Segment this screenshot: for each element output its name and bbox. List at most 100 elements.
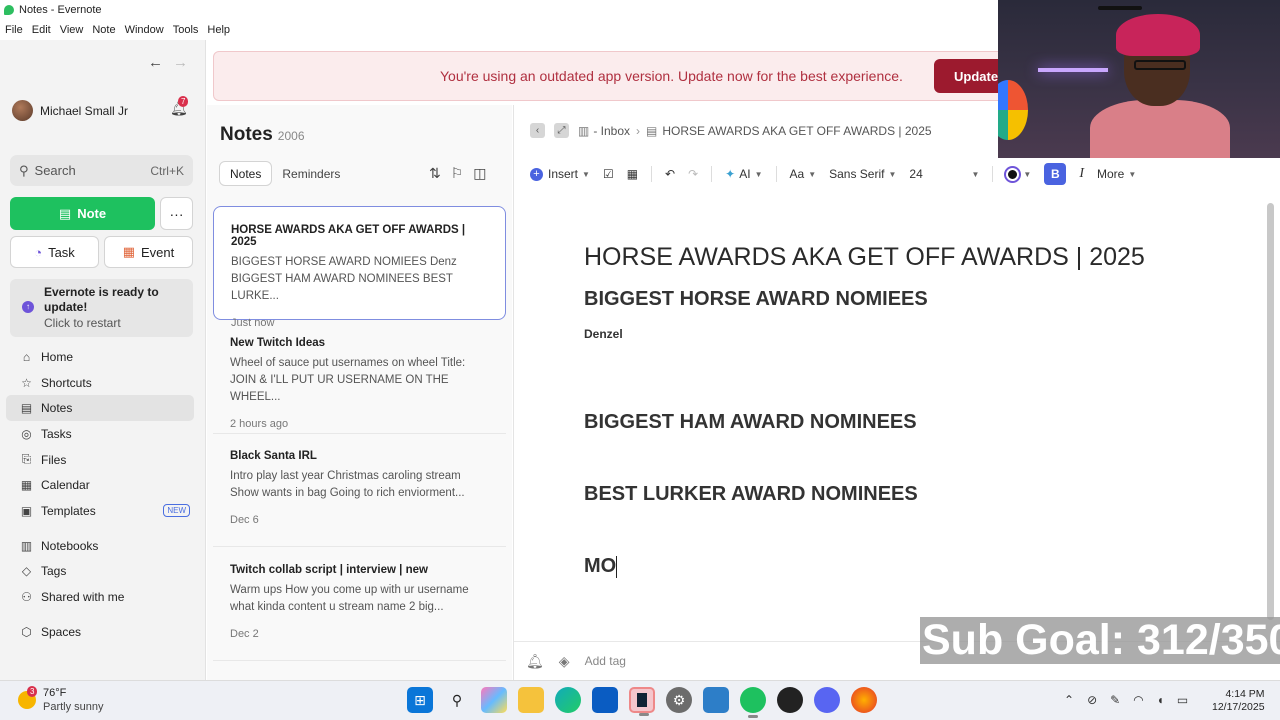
avatar	[12, 100, 33, 121]
note-title[interactable]: HORSE AWARDS AKA GET OFF AWARDS | 2025	[584, 243, 1145, 272]
weather-widget[interactable]: 3 76°F Partly sunny	[18, 686, 104, 714]
editor-scrollbar[interactable]	[1267, 203, 1274, 620]
menu-edit[interactable]: Edit	[32, 24, 51, 36]
redo-button[interactable]: ↷	[688, 167, 698, 181]
window-title: Notes - Evernote	[19, 4, 102, 16]
menu-note[interactable]: Note	[92, 24, 115, 36]
more-create-button[interactable]: ···	[160, 197, 193, 230]
note-icon: ▤	[58, 205, 72, 221]
breadcrumb-notebook[interactable]: - Inbox	[593, 124, 630, 138]
undo-button[interactable]: ↶	[665, 167, 675, 181]
font-size-select[interactable]: 24 ▼	[909, 167, 979, 181]
view-layout-icon[interactable]: ◫	[473, 165, 486, 182]
expand-icon[interactable]: ⤢	[554, 123, 569, 138]
firefox-icon[interactable]	[851, 687, 877, 713]
record-app-icon[interactable]	[777, 687, 803, 713]
file-explorer-icon[interactable]	[518, 687, 544, 713]
photos-icon[interactable]	[703, 687, 729, 713]
search-icon[interactable]: ⚲	[444, 687, 470, 713]
edge-browser-icon[interactable]	[555, 687, 581, 713]
search-input[interactable]: ⚲ Search Ctrl+K	[10, 155, 193, 186]
store-icon[interactable]	[592, 687, 618, 713]
account-menu[interactable]: Michael Small Jr	[12, 100, 128, 121]
menu-tools[interactable]: Tools	[173, 24, 199, 36]
volume-icon[interactable]: ◖	[1157, 693, 1164, 707]
new-badge: NEW	[163, 504, 190, 518]
collapse-icon[interactable]: ‹	[530, 123, 545, 138]
sidebar-item-notebooks[interactable]: ▥ Notebooks	[6, 533, 194, 559]
sidebar-item-calendar[interactable]: ▦ Calendar	[6, 472, 194, 498]
new-event-button[interactable]: ▦ Event	[104, 236, 193, 268]
menu-help[interactable]: Help	[207, 24, 230, 36]
note-card[interactable]: Twitch collab script | interview | new W…	[213, 547, 506, 661]
discord-icon[interactable]	[814, 687, 840, 713]
menu-view[interactable]: View	[60, 24, 84, 36]
bold-button[interactable]: B	[1044, 163, 1067, 185]
more-format-button[interactable]: More ▼	[1097, 167, 1136, 181]
font-family-select[interactable]: Sans Serif ▼	[829, 167, 896, 181]
clock[interactable]: 4:14 PM 12/17/2025	[1212, 688, 1265, 714]
text-style-button[interactable]: Aa ▼	[790, 167, 817, 181]
note-card[interactable]: New Twitch Ideas Wheel of sauce put user…	[213, 320, 506, 434]
back-arrow-icon[interactable]: ←	[148, 54, 163, 71]
italic-button[interactable]: I	[1079, 166, 1084, 182]
notifications-button[interactable]: 🔔︎ 7	[170, 96, 189, 118]
menu-window[interactable]: Window	[125, 24, 164, 36]
new-note-label: Note	[77, 206, 107, 221]
template-icon: ▣	[20, 503, 33, 518]
forward-arrow-icon[interactable]: →	[173, 54, 188, 71]
note-card[interactable]: HORSE AWARDS AKA GET OFF AWARDS | 2025 B…	[213, 206, 506, 329]
chevron-down-icon: ▼	[1023, 169, 1032, 179]
sidebar-item-label: Tags	[41, 564, 67, 579]
sidebar-item-tags[interactable]: ◇ Tags	[6, 559, 194, 585]
ellipsis-icon: ···	[169, 205, 184, 222]
sidebar-item-shared[interactable]: ⚇ Shared with me	[6, 584, 194, 610]
copilot-icon[interactable]	[481, 687, 507, 713]
chevron-up-icon[interactable]: ⌃	[1064, 693, 1074, 707]
insert-button[interactable]: + Insert ▼	[530, 167, 590, 181]
evernote-app-icon[interactable]	[740, 687, 766, 718]
table-button[interactable]: ▦	[627, 167, 638, 181]
text-color-button[interactable]: ▼	[1006, 167, 1032, 181]
ai-button[interactable]: ✦ AI ▼	[725, 167, 762, 181]
sidebar-item-spaces[interactable]: ⬡ Spaces	[6, 619, 194, 645]
checklist-button[interactable]: ☑	[603, 167, 614, 181]
obs-app-icon[interactable]	[629, 687, 655, 716]
wifi-icon[interactable]: ◠	[1133, 693, 1143, 707]
color-swatch-icon	[1006, 167, 1020, 181]
add-tag-input[interactable]: Add tag	[585, 654, 626, 668]
banner-message: You're using an outdated app version. Up…	[440, 68, 903, 84]
tag-icon[interactable]: ◈	[559, 653, 570, 670]
search-placeholder: Search	[34, 163, 76, 178]
reminder-bell-icon[interactable]: 🔔︎	[526, 653, 544, 670]
people-icon: ⚇	[21, 590, 32, 605]
sort-icon[interactable]: ⇅	[429, 165, 441, 182]
tab-reminders[interactable]: Reminders	[272, 161, 350, 186]
sidebar-item-files[interactable]: ⎘ Files	[6, 447, 194, 473]
sun-icon: 3	[18, 686, 38, 709]
note-body[interactable]: HORSE AWARDS AKA GET OFF AWARDS | 2025 B…	[584, 243, 1145, 578]
mic-icon[interactable]: ✎	[1110, 693, 1120, 707]
task-label: Task	[48, 244, 75, 260]
menu-file[interactable]: File	[5, 24, 23, 36]
windows-start-icon[interactable]: ⊞	[407, 687, 433, 713]
note-card-snippet: Wheel of sauce put usernames on wheel Ti…	[230, 355, 489, 406]
battery-icon[interactable]: ▭	[1177, 693, 1188, 707]
check-circle-icon: ◎	[21, 426, 32, 441]
new-note-button[interactable]: ▤ Note	[10, 197, 155, 230]
tab-notes[interactable]: Notes	[219, 161, 273, 186]
update-ready-card[interactable]: ↑ Evernote is ready to update! Click to …	[10, 279, 193, 337]
note-card-date: Dec 2	[230, 628, 259, 640]
note-list-title: Notes	[220, 124, 273, 145]
new-task-button[interactable]: ◔ Task	[10, 236, 99, 268]
sidebar-item-tasks[interactable]: ◎ Tasks	[6, 421, 194, 447]
settings-gear-icon[interactable]: ⚙	[666, 687, 692, 713]
filter-icon[interactable]: ⚐	[451, 165, 464, 182]
network-off-icon[interactable]: ⊘	[1087, 693, 1097, 707]
sidebar-item-home[interactable]: ⌂ Home	[6, 344, 194, 370]
note-card[interactable]: Black Santa IRL Intro play last year Chr…	[213, 433, 506, 547]
sidebar-item-shortcuts[interactable]: ☆ Shortcuts	[6, 370, 194, 396]
note-card-title: HORSE AWARDS AKA GET OFF AWARDS | 2025	[231, 224, 466, 248]
sidebar-item-notes[interactable]: ▤ Notes	[6, 395, 194, 422]
sidebar-item-templates[interactable]: ▣ Templates NEW	[6, 498, 194, 524]
